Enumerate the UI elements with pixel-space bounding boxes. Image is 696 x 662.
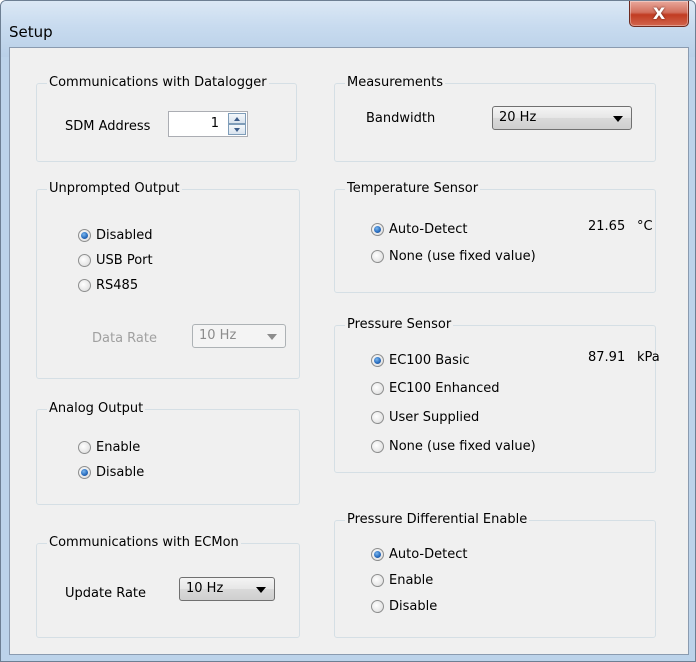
radio-unprompted-usb-port[interactable]: USB Port bbox=[78, 253, 153, 268]
radio-unchecked-icon bbox=[78, 441, 91, 454]
sdm-address-label: SDM Address bbox=[65, 119, 151, 134]
update-rate-dropdown[interactable]: 10 Hz bbox=[179, 577, 275, 601]
radio-unchecked-icon bbox=[371, 600, 384, 613]
radio-temperature-auto-detect[interactable]: Auto-Detect bbox=[371, 222, 467, 237]
group-title: Unprompted Output bbox=[47, 181, 182, 196]
radio-unchecked-icon bbox=[371, 411, 384, 424]
group-communications-ecmon: Communications with ECMon Update Rate 10… bbox=[36, 535, 300, 638]
radio-label: Disable bbox=[96, 465, 145, 480]
radio-temperature-none[interactable]: None (use fixed value) bbox=[371, 249, 536, 264]
radio-unprompted-disabled[interactable]: Disabled bbox=[78, 228, 152, 243]
group-title: Measurements bbox=[345, 75, 446, 90]
radio-unchecked-icon bbox=[371, 382, 384, 395]
group-title: Communications with ECMon bbox=[47, 535, 241, 550]
data-rate-dropdown[interactable]: 10 Hz bbox=[192, 324, 286, 348]
close-icon: X bbox=[652, 4, 666, 23]
radio-pressure-none[interactable]: None (use fixed value) bbox=[371, 439, 536, 454]
radio-checked-icon bbox=[78, 466, 91, 479]
radio-pdiff-enable[interactable]: Enable bbox=[371, 573, 433, 588]
radio-unchecked-icon bbox=[78, 254, 91, 267]
group-analog-output: Analog Output Enable Disable bbox=[36, 401, 300, 505]
update-rate-label: Update Rate bbox=[65, 586, 147, 601]
radio-analog-enable[interactable]: Enable bbox=[78, 440, 140, 455]
sdm-address-value: 1 bbox=[210, 116, 219, 131]
radio-pdiff-auto-detect[interactable]: Auto-Detect bbox=[371, 547, 467, 562]
radio-pressure-user-supplied[interactable]: User Supplied bbox=[371, 410, 479, 425]
radio-label: Disable bbox=[389, 599, 438, 614]
group-title: Analog Output bbox=[47, 401, 146, 416]
arrow-down-icon bbox=[234, 127, 240, 132]
group-title: Pressure Sensor bbox=[345, 317, 454, 332]
radio-label: EC100 Basic bbox=[389, 353, 470, 368]
arrow-up-icon bbox=[234, 116, 240, 121]
update-rate-value: 10 Hz bbox=[186, 581, 224, 596]
spin-up-button[interactable] bbox=[228, 113, 246, 124]
group-pressure-sensor: Pressure Sensor EC100 Basic EC100 Enhanc… bbox=[334, 317, 660, 473]
radio-checked-icon bbox=[78, 229, 91, 242]
pressure-unit: kPa bbox=[637, 350, 660, 365]
data-rate-value: 10 Hz bbox=[199, 328, 237, 343]
radio-analog-disable[interactable]: Disable bbox=[78, 465, 144, 480]
radio-pressure-ec100-basic[interactable]: EC100 Basic bbox=[371, 353, 470, 368]
radio-pdiff-disable[interactable]: Disable bbox=[371, 599, 437, 614]
radio-checked-icon bbox=[371, 223, 384, 236]
radio-label: Auto-Detect bbox=[389, 547, 468, 562]
radio-label: Enable bbox=[96, 440, 141, 455]
radio-label: Enable bbox=[389, 573, 434, 588]
bandwidth-label: Bandwidth bbox=[366, 111, 436, 126]
radio-checked-icon bbox=[371, 548, 384, 561]
radio-unprompted-rs485[interactable]: RS485 bbox=[78, 278, 138, 293]
group-measurements: Measurements Bandwidth 20 Hz bbox=[334, 75, 656, 162]
radio-label: None (use fixed value) bbox=[389, 439, 536, 454]
chevron-down-icon bbox=[267, 334, 277, 340]
radio-label: EC100 Enhanced bbox=[389, 381, 500, 396]
bandwidth-dropdown[interactable]: 20 Hz bbox=[492, 106, 632, 130]
radio-label: Auto-Detect bbox=[389, 222, 468, 237]
radio-label: USB Port bbox=[96, 253, 153, 268]
group-pressure-differential: Pressure Differential Enable Auto-Detect… bbox=[334, 512, 656, 638]
data-rate-label: Data Rate bbox=[92, 331, 157, 346]
radio-label: RS485 bbox=[96, 278, 139, 293]
radio-label: Disabled bbox=[96, 228, 153, 243]
bandwidth-value: 20 Hz bbox=[499, 110, 537, 125]
group-title: Communications with Datalogger bbox=[47, 75, 269, 90]
group-temperature-sensor: Temperature Sensor Auto-Detect None (use… bbox=[334, 181, 656, 293]
radio-label: None (use fixed value) bbox=[389, 249, 536, 264]
group-title: Temperature Sensor bbox=[345, 181, 481, 196]
radio-unchecked-icon bbox=[371, 250, 384, 263]
pressure-reading: 87.91 bbox=[588, 350, 626, 365]
group-unprompted-output: Unprompted Output Disabled USB Port RS48… bbox=[36, 181, 300, 379]
spin-down-button[interactable] bbox=[228, 124, 246, 135]
group-communications-datalogger: Communications with Datalogger SDM Addre… bbox=[36, 75, 297, 162]
temperature-unit: °C bbox=[637, 219, 653, 234]
sdm-address-spinner[interactable]: 1 bbox=[168, 111, 248, 137]
radio-unchecked-icon bbox=[371, 440, 384, 453]
radio-unchecked-icon bbox=[371, 574, 384, 587]
group-title: Pressure Differential Enable bbox=[345, 512, 530, 527]
close-button[interactable]: X bbox=[629, 1, 689, 27]
temperature-reading: 21.65 bbox=[588, 219, 626, 234]
dialog-client-area: Communications with Datalogger SDM Addre… bbox=[9, 47, 689, 655]
radio-pressure-ec100-enhanced[interactable]: EC100 Enhanced bbox=[371, 381, 500, 396]
chevron-down-icon bbox=[613, 116, 623, 122]
radio-unchecked-icon bbox=[78, 279, 91, 292]
setup-window: Setup X Communications with Datalogger S… bbox=[0, 0, 696, 662]
radio-checked-icon bbox=[371, 354, 384, 367]
window-title: Setup bbox=[9, 23, 53, 41]
radio-label: User Supplied bbox=[389, 410, 480, 425]
chevron-down-icon bbox=[256, 587, 266, 593]
